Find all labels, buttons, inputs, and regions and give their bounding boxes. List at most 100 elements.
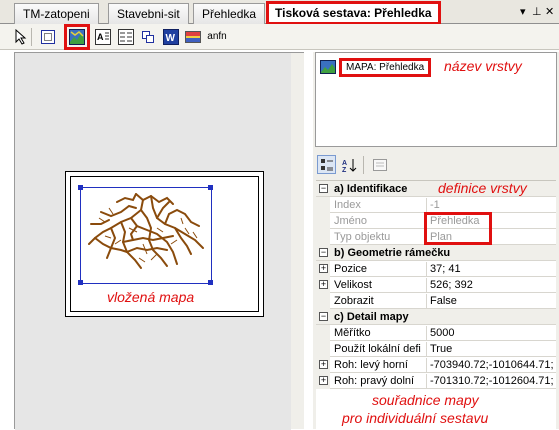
insert-image-button[interactable]	[183, 27, 202, 46]
categorized-icon	[320, 158, 333, 170]
property-value: -1	[426, 198, 554, 212]
property-row-roh-pravy-dolni[interactable]: + Roh: pravý dolní -701310.72;-1012604.7…	[316, 373, 556, 389]
resize-handle-br[interactable]	[208, 280, 213, 285]
tab-menu-icon[interactable]: ▾	[520, 5, 526, 18]
toolbar-separator	[363, 156, 364, 174]
row-gutter	[316, 341, 330, 357]
property-value: False	[426, 294, 554, 308]
right-panel: MAPA: Přehledka název vrstvy AZ − a) Ide…	[313, 52, 559, 429]
insert-word-button[interactable]: W	[161, 27, 180, 46]
category-label: b) Geometrie rámečku	[334, 247, 451, 259]
tab-stavebni-sit[interactable]: Stavebni-sit	[108, 3, 189, 24]
property-pages-button[interactable]	[370, 155, 389, 174]
property-value: -703940.72;-1010644.71;0	[426, 358, 554, 372]
map-frame[interactable]	[78, 185, 213, 285]
tab-tm-zatopeni[interactable]: TM-zatopeni	[14, 3, 99, 24]
toolbar-separator	[31, 28, 32, 46]
category-geometrie[interactable]: − b) Geometrie rámečku	[316, 245, 556, 261]
cursor-arrow-icon	[15, 28, 26, 45]
insert-map-button[interactable]	[64, 24, 90, 50]
property-row-meritko[interactable]: Měřítko 5000	[316, 325, 556, 341]
report-page[interactable]: vložená mapa	[65, 171, 264, 317]
layer-definition-caption: definice vrstvy	[438, 180, 527, 196]
legend-icon	[117, 28, 134, 45]
street-network-map	[88, 193, 204, 269]
property-key: Typ objektu	[334, 231, 391, 243]
property-row-velikost[interactable]: + Velikost 526; 392	[316, 277, 556, 293]
image-icon	[184, 30, 201, 43]
table-icon	[141, 30, 154, 43]
svg-text:A: A	[97, 32, 104, 42]
svg-text:Z: Z	[342, 167, 347, 173]
svg-text:W: W	[165, 33, 175, 44]
highlight-box	[424, 212, 492, 245]
tab-label: TM-zatopeni	[23, 7, 90, 21]
resize-handle-tr[interactable]	[208, 185, 213, 190]
collapse-icon[interactable]: −	[319, 312, 328, 321]
property-row-roh-levy-horni[interactable]: + Roh: levý horní -703940.72;-1010644.71…	[316, 357, 556, 373]
property-value: True	[426, 342, 554, 356]
embedded-map-caption: vložená mapa	[107, 289, 195, 305]
frame-select-button[interactable]	[38, 27, 57, 46]
insert-label-button[interactable]: anfn	[205, 27, 229, 46]
expand-icon[interactable]: +	[319, 360, 328, 369]
property-key: Pozice	[334, 263, 368, 275]
category-detail-mapy[interactable]: − c) Detail mapy	[316, 309, 556, 325]
close-icon[interactable]: ✕	[545, 5, 554, 18]
categorized-view-button[interactable]	[317, 155, 336, 174]
property-grid[interactable]: − a) Identifikace definice vrstvy Index …	[316, 180, 556, 429]
map-coords-caption-2: pro individuální sestavu	[342, 410, 489, 426]
collapse-icon[interactable]: −	[319, 248, 328, 257]
text-frame-icon: A	[94, 28, 111, 45]
property-value: 526; 392	[426, 278, 554, 292]
resize-handle-tl[interactable]	[78, 185, 83, 190]
sort-az-icon: AZ	[342, 158, 356, 173]
property-key: Roh: pravý dolní	[334, 375, 415, 387]
layer-list[interactable]: MAPA: Přehledka název vrstvy	[315, 52, 557, 147]
expand-icon[interactable]: +	[319, 280, 328, 289]
tab-prehledka[interactable]: Přehledka	[193, 3, 266, 24]
property-key: Velikost	[334, 279, 372, 291]
frame-select-icon	[40, 29, 55, 44]
property-key: Použít lokální defi	[334, 343, 421, 355]
row-gutter	[316, 213, 330, 229]
expand-icon[interactable]: +	[319, 264, 328, 273]
row-gutter	[316, 325, 330, 341]
insert-table-button[interactable]	[138, 27, 157, 46]
page-margin-frame: vložená mapa	[70, 176, 259, 312]
property-row-pouzit-lokalni[interactable]: Použít lokální defi True	[316, 341, 556, 357]
tab-label: Přehledka	[202, 7, 257, 21]
property-key: Roh: levý horní	[334, 359, 408, 371]
tab-tiskova-sestava[interactable]: Tisková sestava: Přehledka	[266, 1, 441, 25]
property-value: 37; 41	[426, 262, 554, 276]
word-document-icon: W	[162, 28, 179, 45]
tab-label: Stavebni-sit	[117, 7, 180, 21]
property-key: Měřítko	[334, 327, 371, 339]
property-row-zobrazit[interactable]: Zobrazit False	[316, 293, 556, 309]
expand-icon[interactable]: +	[319, 376, 328, 385]
property-value: -701310.72;-1012604.71;0	[426, 374, 554, 388]
collapse-icon[interactable]: −	[319, 184, 328, 193]
property-row-pozice[interactable]: + Pozice 37; 41	[316, 261, 556, 277]
insert-legend-button[interactable]	[116, 27, 135, 46]
property-key: Jméno	[334, 215, 368, 227]
row-gutter	[316, 229, 330, 245]
document-tab-bar: TM-zatopeni Stavebni-sit Přehledka Tisko…	[0, 0, 559, 25]
row-gutter	[316, 293, 330, 309]
pointer-tool-button[interactable]	[11, 27, 30, 46]
resize-handle-bl[interactable]	[78, 280, 83, 285]
text-label-icon: anfn	[207, 31, 227, 42]
category-label: c) Detail mapy	[334, 311, 409, 323]
row-gutter	[316, 197, 330, 213]
report-toolbar: A W anfn	[0, 24, 559, 50]
pin-icon[interactable]: ⊥	[532, 5, 542, 18]
property-value: 5000	[426, 326, 554, 340]
svg-text:A: A	[342, 160, 347, 167]
report-canvas[interactable]: vložená mapa	[14, 52, 304, 430]
layer-list-item[interactable]: MAPA: Přehledka	[320, 57, 432, 77]
layer-name: MAPA: Přehledka	[339, 57, 432, 77]
alphabetical-view-button[interactable]: AZ	[340, 155, 359, 174]
property-row-index[interactable]: Index -1	[316, 197, 556, 213]
insert-text-button[interactable]: A	[93, 27, 112, 46]
property-pages-icon	[372, 158, 387, 171]
